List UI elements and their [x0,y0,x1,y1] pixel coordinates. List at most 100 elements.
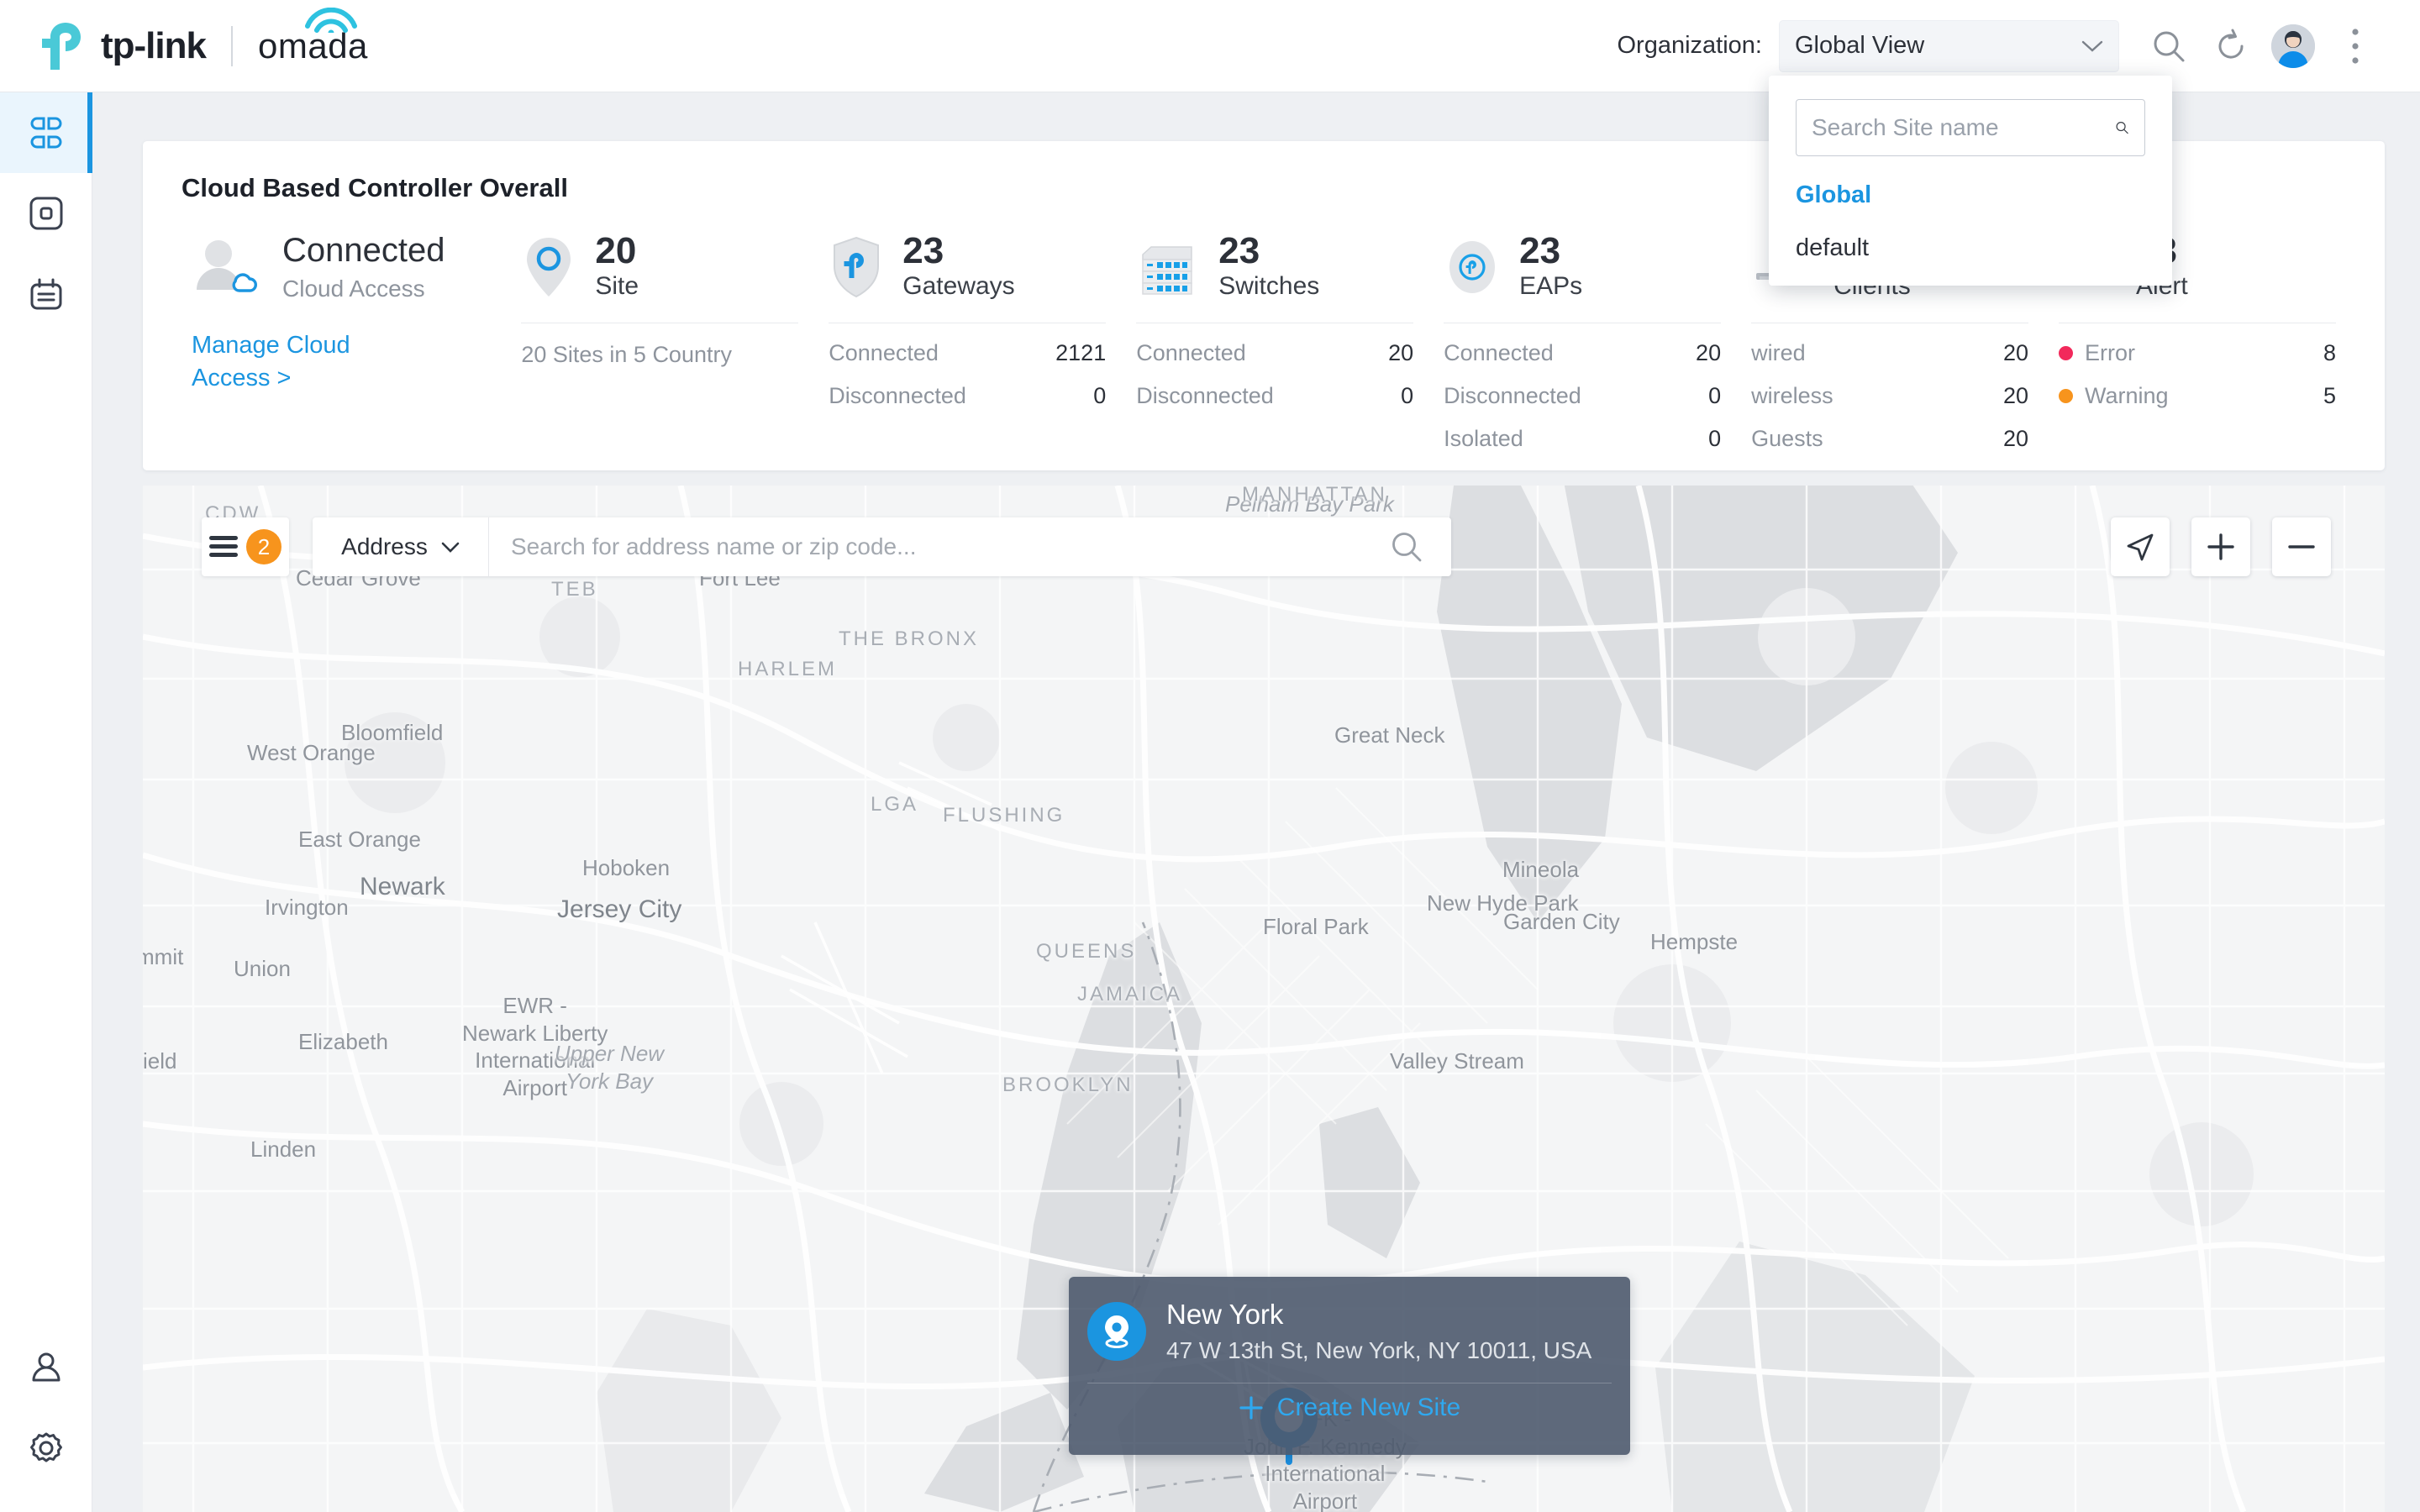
clients-row-wireless: wireless 20 [1751,383,2028,409]
map-label: Mineola [1502,857,1580,882]
row-value: 2121 [1055,340,1107,365]
switches-label: Switches [1218,272,1320,301]
sidebar-item-account[interactable] [0,1327,92,1408]
row-value: 20 [2002,426,2029,451]
map-label: THE BRONX [839,627,980,650]
search-icon [2154,31,2185,61]
row-label: wireless [1751,383,1833,408]
site-search-box[interactable] [1796,99,2145,156]
site-info-popup: New York 47 W 13th St, New York, NY 1001… [1069,1277,1630,1455]
eaps-row-connected: Connected 20 [1444,340,1721,366]
row-value: 0 [1708,383,1722,408]
user-cloud-icon [197,240,257,292]
site-info-name: New York [1166,1299,1284,1330]
header-refresh-button[interactable] [2200,15,2262,77]
map-label: East Orange [298,827,421,852]
alert-row-error: Error 8 [2059,340,2336,366]
row-label: Disconnected [829,383,966,408]
clients-row-wired: wired 20 [1751,340,2028,366]
row-value: 20 [2002,340,2029,365]
site-option-default[interactable]: default [1796,234,2145,262]
organization-select[interactable]: Global View [1779,19,2119,72]
site-search-input[interactable] [1812,114,2115,141]
switches-row-connected: Connected 20 [1136,340,1413,366]
map-locate-button[interactable] [2111,517,2170,576]
gateways-row-disconnected: Disconnected 0 [829,383,1106,409]
brand-divider [230,25,233,66]
header-more-button[interactable] [2324,15,2386,77]
overview-card-eaps: 23 EAPs Connected 20 Disconnected 0 Isol… [1428,228,1736,452]
map-label: Newark [360,873,445,900]
row-label: Error [2085,340,2136,365]
row-label: Isolated [1444,426,1523,451]
switches-row-disconnected: Disconnected 0 [1136,383,1413,409]
row-value: 8 [2323,340,2336,365]
cloud-access-status: Connected [282,232,445,269]
refresh-icon [2218,29,2244,59]
map-label: LGA [871,793,919,816]
map-zoom-out-button[interactable] [2272,517,2331,576]
map-zoom-in-button[interactable] [2191,517,2250,576]
row-label: Connected [829,340,939,365]
map-search-type-value: Address [341,533,428,559]
map-label: Westfield [143,1048,177,1074]
row-value: 20 [1388,340,1414,365]
map-label: West Orange [247,740,376,765]
sidebar-bottom-group [0,1327,92,1488]
eaps-label: EAPs [1519,272,1583,301]
gateways-label: Gateways [902,272,1015,301]
create-new-site-button[interactable]: Create New Site [1069,1383,1630,1432]
map-label: BROOKLYN [1002,1074,1134,1096]
map-label: Valley Stream [1390,1048,1524,1074]
hamburger-filter-icon [209,536,238,557]
row-value: 5 [2323,383,2336,408]
eap-circle-icon [1449,241,1496,293]
wifi-arc-icon [304,7,357,33]
alert-row-warning: Warning 5 [2059,383,2336,409]
brand-logo: tp-link omada [40,7,368,71]
map-label: QUEENS [1036,940,1137,963]
map-label: mmit [143,944,184,969]
site-option-global[interactable]: Global [1796,181,2145,209]
clients-row-guests: Guests 20 [1751,426,2028,452]
search-icon [2116,122,2128,134]
left-sidebar [0,92,92,1512]
create-new-site-label: Create New Site [1276,1394,1461,1421]
header-account-button[interactable] [2262,15,2324,77]
map-label: Irvington [265,895,349,920]
map-label: Upper New York Bay [555,1041,665,1094]
sidebar-item-devices[interactable] [0,173,92,254]
document-lines-icon [30,278,62,310]
chevron-down-icon [2081,40,2103,52]
site-count: 20 [595,230,637,272]
row-label: Connected [1136,340,1246,365]
map-label: HARLEM [738,658,838,680]
map-label: TEB [551,578,598,601]
header-search-button[interactable] [2138,15,2200,77]
map-label: Hempste [1650,929,1739,954]
user-icon [32,1352,60,1382]
manage-cloud-access-link[interactable]: Manage Cloud Access > [192,329,385,395]
row-label: Guests [1751,426,1823,451]
gear-icon [30,1432,62,1462]
sites-map[interactable]: CDW Cedar Grove TEB Fort Lee Pelham Bay … [143,486,2385,1512]
sidebar-item-logs[interactable] [0,254,92,334]
eaps-count: 23 [1519,230,1561,272]
map-search-type-select[interactable]: Address [313,517,489,576]
warning-status-dot [2059,389,2074,403]
sidebar-item-dashboard[interactable] [0,92,92,173]
row-value: 20 [1696,340,1722,365]
shield-gateway-icon [834,236,880,298]
map-filter-badge: 2 [246,529,281,564]
row-value: 20 [2002,383,2029,408]
grid-icon [30,117,62,149]
map-label: Elizabeth [298,1029,388,1054]
plus-icon [2207,533,2234,560]
search-icon [1392,533,1422,562]
map-filter-button[interactable]: 2 [202,517,289,576]
map-pin-icon [1087,1302,1146,1361]
map-controls [2111,517,2331,576]
map-search-button[interactable] [1389,529,1451,564]
sidebar-item-settings[interactable] [0,1408,92,1488]
map-search-input[interactable] [489,533,1389,560]
